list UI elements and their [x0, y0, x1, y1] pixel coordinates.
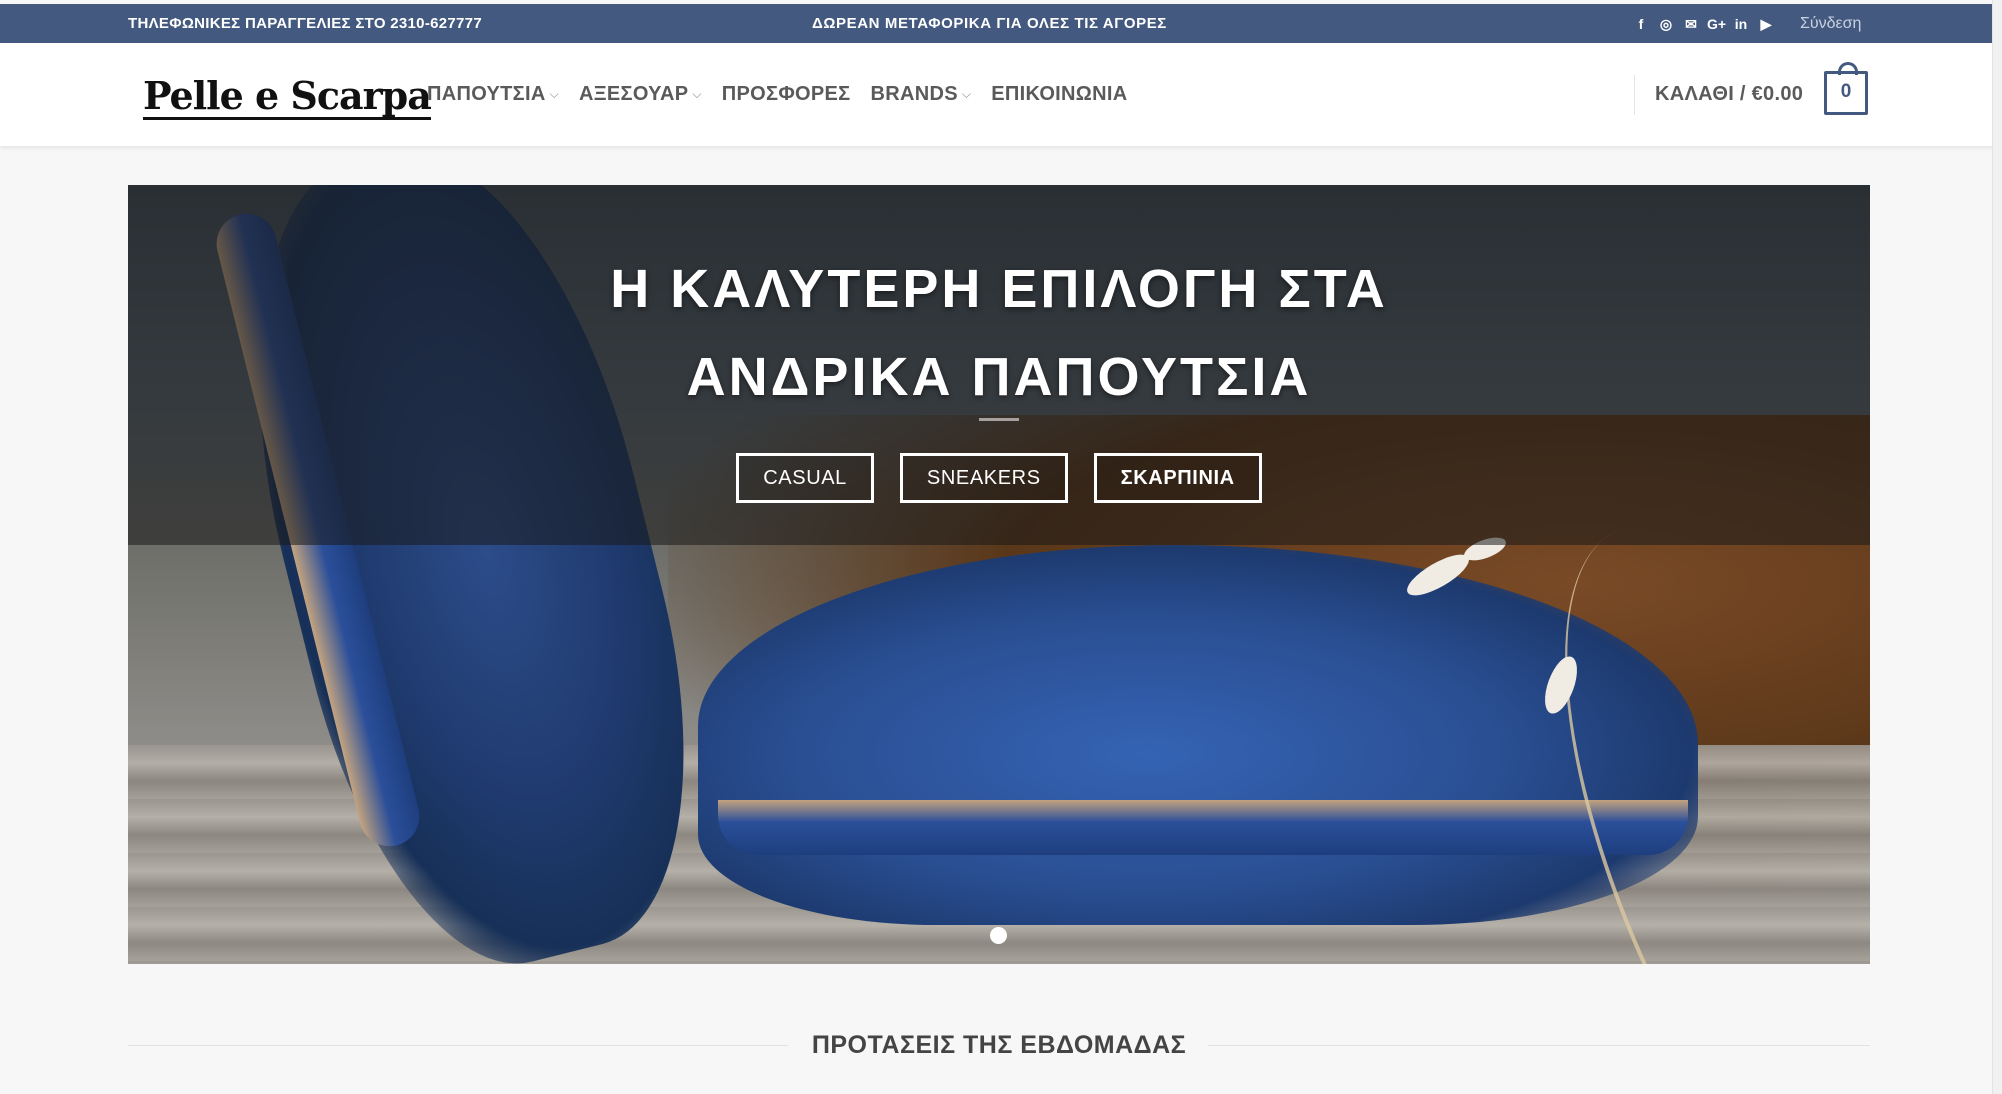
hero-title-line2: ΑΝΔΡΙΚΑ ΠΑΠΟΥΤΣΙΑ — [686, 347, 1312, 407]
hero-image-sole-right — [718, 800, 1688, 855]
facebook-icon[interactable]: f — [1632, 15, 1650, 33]
linkedin-icon[interactable]: in — [1732, 15, 1750, 33]
nav-item-offers[interactable]: ΠΡΟΣΦΟΡΕΣ — [722, 83, 851, 106]
instagram-icon[interactable]: ◎ — [1657, 15, 1675, 33]
hero-title-line1: Η ΚΑΛΥΤΕΡΗ ΕΠΙΛΟΓΗ ΣΤΑ — [610, 259, 1388, 319]
chevron-down-icon: ⌵ — [961, 87, 972, 101]
login-link[interactable]: Σύνδεση — [1800, 4, 1861, 43]
dress-shoes-button[interactable]: ΣΚΑΡΠΙΝΙΑ — [1093, 453, 1262, 503]
nav-item-label: ΠΑΠΟΥΤΣΙΑ — [427, 83, 546, 105]
slider-dot[interactable] — [990, 927, 1007, 944]
nav-item-label: ΕΠΙΚΟΙΝΩΝΙΑ — [991, 83, 1128, 105]
hero-slider: Η ΚΑΛΥΤΕΡΗ ΕΠΙΛΟΓΗ ΣΤΑ ΑΝΔΡΙΚΑ ΠΑΠΟΥΤΣΙΑ… — [128, 185, 1870, 964]
hero-divider — [979, 418, 1019, 421]
phone-orders-text: ΤΗΛΕΦΩΝΙΚΕΣ ΠΑΡΑΓΓΕΛΙΕΣ ΣΤΟ 2310-627777 — [128, 15, 482, 32]
nav-item-accessories[interactable]: ΑΞΕΣΟΥΑΡ ⌵ — [579, 83, 702, 106]
section-divider — [1208, 1045, 1870, 1046]
chevron-down-icon: ⌵ — [692, 87, 702, 101]
email-icon[interactable]: ✉ — [1682, 15, 1700, 33]
sneakers-button[interactable]: SNEAKERS — [899, 453, 1068, 503]
cart-divider — [1634, 75, 1635, 115]
nav-item-brands[interactable]: BRANDS ⌵ — [870, 83, 971, 106]
weekly-picks-section: ΠΡΟΤΑΣΕΙΣ ΤΗΣ ΕΒΔΟΜΑΔΑΣ — [128, 1030, 1870, 1060]
nav-item-shoes[interactable]: ΠΑΠΟΥΤΣΙΑ ⌵ — [427, 83, 559, 106]
chevron-down-icon: ⌵ — [549, 87, 559, 101]
nav-item-label: BRANDS — [870, 83, 958, 105]
page-scrollbar[interactable] — [1992, 0, 2002, 1094]
youtube-icon[interactable]: ▶ — [1757, 15, 1775, 33]
site-logo[interactable]: Pelle e Scarpa — [143, 77, 432, 120]
cart-icon[interactable]: 0 — [1824, 62, 1868, 115]
main-header: Pelle e Scarpa ΠΑΠΟΥΤΣΙΑ ⌵ ΑΞΕΣΟΥΑΡ ⌵ ΠΡ… — [0, 43, 2002, 146]
social-links: f ◎ ✉ G+ in ▶ — [1632, 14, 1775, 34]
top-bar: ΤΗΛΕΦΩΝΙΚΕΣ ΠΑΡΑΓΓΕΛΙΕΣ ΣΤΟ 2310-627777 … — [0, 4, 2002, 43]
free-shipping-text: ΔΩΡΕΑΝ ΜΕΤΑΦΟΡΙΚΑ ΓΙΑ ΟΛΕΣ ΤΙΣ ΑΓΟΡΕΣ — [812, 15, 1167, 32]
main-nav: ΠΑΠΟΥΤΣΙΑ ⌵ ΑΞΕΣΟΥΑΡ ⌵ ΠΡΟΣΦΟΡΕΣ BRANDS … — [427, 43, 1127, 146]
cart-link[interactable]: ΚΑΛΑΘΙ / €0.00 — [1655, 43, 1803, 146]
google-plus-icon[interactable]: G+ — [1707, 15, 1726, 33]
nav-item-label: ΠΡΟΣΦΟΡΕΣ — [721, 83, 851, 105]
casual-button[interactable]: CASUAL — [736, 453, 874, 503]
nav-item-label: ΑΞΕΣΟΥΑΡ — [579, 83, 689, 105]
hero-buttons: CASUAL SNEAKERS ΣΚΑΡΠΙΝΙΑ — [128, 453, 1870, 503]
hero-title: Η ΚΑΛΥΤΕΡΗ ΕΠΙΛΟΓΗ ΣΤΑ ΑΝΔΡΙΚΑ ΠΑΠΟΥΤΣΙΑ — [128, 245, 1870, 421]
nav-item-contact[interactable]: ΕΠΙΚΟΙΝΩΝΙΑ — [991, 83, 1127, 106]
